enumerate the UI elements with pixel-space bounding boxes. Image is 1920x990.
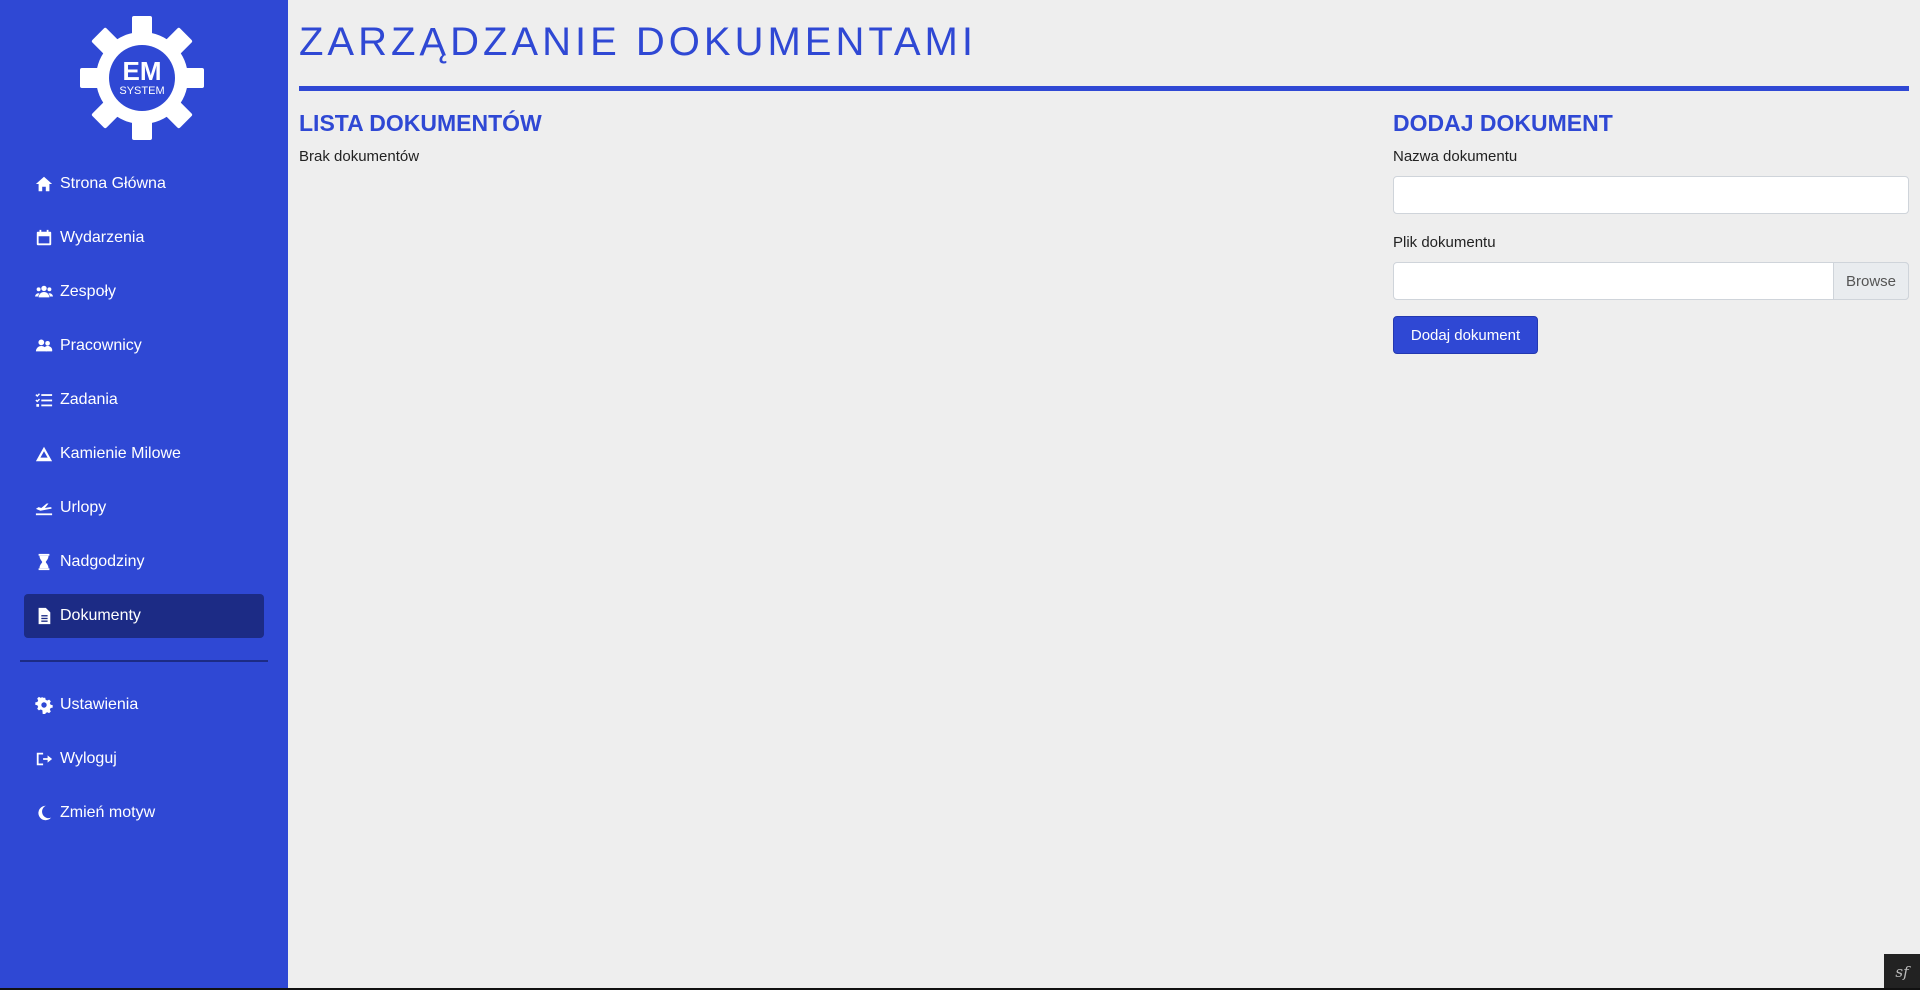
nav-dokumenty[interactable]: Dokumenty bbox=[24, 594, 264, 638]
symfony-toolbar-toggle[interactable]: sf bbox=[1884, 954, 1920, 990]
nav-zmien-motyw[interactable]: Zmień motyw bbox=[24, 791, 264, 835]
logout-icon bbox=[34, 749, 54, 769]
nav-pracownicy[interactable]: Pracownicy bbox=[24, 324, 264, 368]
symfony-logo-icon: sf bbox=[1895, 963, 1909, 981]
tasks-icon bbox=[34, 390, 54, 410]
nav-label: Wydarzenia bbox=[60, 229, 145, 246]
nav-label: Zespoły bbox=[60, 283, 117, 300]
gear-icon bbox=[34, 695, 54, 715]
nav-wyloguj[interactable]: Wyloguj bbox=[24, 737, 264, 781]
nav-strona-glowna[interactable]: Strona Główna bbox=[24, 162, 264, 206]
nav-zespoly[interactable]: Zespoły bbox=[24, 270, 264, 314]
add-document-button[interactable]: Dodaj dokument bbox=[1393, 316, 1538, 354]
page-title: ZARZĄDZANIE DOKUMENTAMI bbox=[299, 20, 977, 64]
document-list-title: LISTA DOKUMENTÓW bbox=[299, 110, 542, 136]
empty-list-message: Brak dokumentów bbox=[299, 148, 420, 165]
add-document-title: DODAJ DOKUMENT bbox=[1393, 110, 1613, 136]
home-icon bbox=[34, 174, 54, 194]
logo-main-text: EM bbox=[123, 56, 162, 86]
nav-label: Strona Główna bbox=[60, 175, 166, 192]
calendar-icon bbox=[34, 228, 54, 248]
nav-label: Kamienie Milowe bbox=[60, 445, 181, 462]
nav-urlopy[interactable]: Urlopy bbox=[24, 486, 264, 530]
moon-icon bbox=[34, 803, 54, 823]
users-icon bbox=[34, 282, 54, 302]
mountain-icon bbox=[34, 444, 54, 464]
nav-label: Ustawienia bbox=[60, 696, 139, 713]
nav-label: Wyloguj bbox=[60, 750, 117, 767]
main-content: ZARZĄDZANIE DOKUMENTAMI LISTA DOKUMENTÓW… bbox=[288, 0, 1920, 990]
nav-label: Dokumenty bbox=[60, 607, 141, 624]
nav-zadania[interactable]: Zadania bbox=[24, 378, 264, 422]
document-file-input[interactable] bbox=[1393, 262, 1909, 300]
file-icon bbox=[34, 606, 54, 626]
em-system-logo: EM SYSTEM bbox=[80, 16, 204, 140]
user-group-icon bbox=[34, 336, 54, 356]
nav-label: Zmień motyw bbox=[60, 804, 156, 821]
hourglass-icon bbox=[34, 552, 54, 572]
plane-icon bbox=[34, 498, 54, 518]
nav-ustawienia[interactable]: Ustawienia bbox=[24, 683, 264, 727]
nav-label: Pracownicy bbox=[60, 337, 142, 354]
sidebar: EM SYSTEM Strona Główna Wydarzenia Zespo… bbox=[0, 0, 288, 990]
document-file-label: Plik dokumentu bbox=[1393, 234, 1496, 251]
nav-label: Nadgodziny bbox=[60, 553, 145, 570]
nav-kamienie-milowe[interactable]: Kamienie Milowe bbox=[24, 432, 264, 476]
sidebar-divider bbox=[20, 660, 268, 662]
nav-label: Urlopy bbox=[60, 499, 107, 516]
nav-label: Zadania bbox=[60, 391, 118, 408]
document-name-label: Nazwa dokumentu bbox=[1393, 148, 1518, 165]
nav-wydarzenia[interactable]: Wydarzenia bbox=[24, 216, 264, 260]
document-name-input[interactable] bbox=[1393, 176, 1909, 214]
nav-nadgodziny[interactable]: Nadgodziny bbox=[24, 540, 264, 584]
title-underline bbox=[299, 86, 1909, 91]
logo-sub-text: SYSTEM bbox=[119, 85, 164, 97]
browse-button[interactable]: Browse bbox=[1833, 262, 1909, 300]
